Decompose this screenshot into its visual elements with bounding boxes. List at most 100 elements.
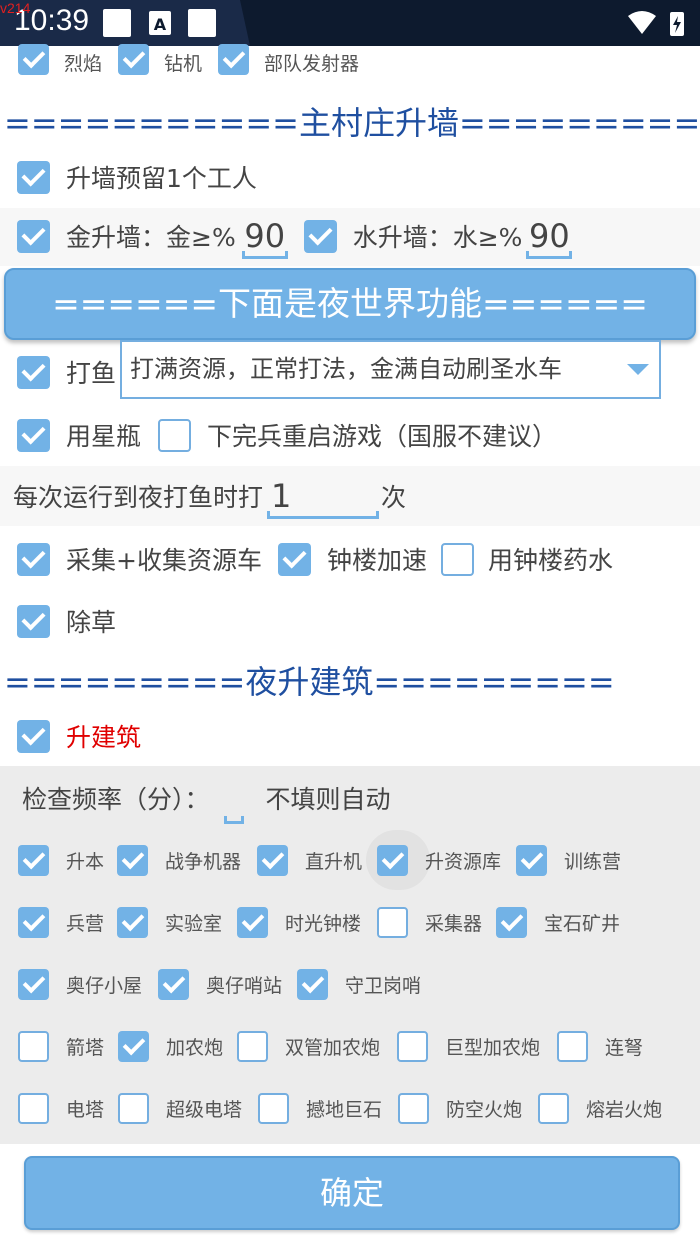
- checkbox-building[interactable]: [496, 906, 527, 938]
- water-wall-value: 90: [529, 217, 570, 255]
- checkbox-building[interactable]: [516, 844, 547, 876]
- notification-square-icon: [188, 9, 216, 37]
- upgrade-build-row: 升建筑: [0, 716, 700, 756]
- checkbox-fish[interactable]: [17, 355, 50, 389]
- building-row-4: 箭塔 加农炮 双管加农炮 巨型加农炮 连弩: [0, 1030, 700, 1062]
- checkbox-building[interactable]: [237, 906, 268, 938]
- label-upgrade-build: 升建筑: [66, 723, 142, 752]
- checkbox-building[interactable]: [158, 968, 189, 1000]
- notification-square-icon: [103, 9, 131, 37]
- checkbox-building[interactable]: [118, 1092, 149, 1124]
- label-building: 升资源库: [425, 850, 502, 873]
- label-building: 电塔: [66, 1098, 105, 1121]
- label-building: 守卫岗哨: [345, 974, 422, 997]
- label-frequency-hint: 不填则自动: [265, 785, 391, 814]
- checkbox-building[interactable]: [377, 844, 408, 876]
- weed-row: 除草: [0, 601, 700, 641]
- label-building: 箭塔: [66, 1036, 105, 1059]
- checkbox-building[interactable]: [18, 906, 49, 938]
- checkbox-building[interactable]: [557, 1030, 588, 1062]
- label-troop-launcher: 部队发射器: [264, 52, 360, 75]
- checkbox-building[interactable]: [377, 906, 408, 938]
- checkbox-upgrade-build[interactable]: [17, 719, 50, 753]
- building-row-3: 奥仔小屋 奥仔哨站 守卫岗哨: [0, 968, 700, 1000]
- label-per-run-suffix: 次: [381, 483, 407, 512]
- label-building: 奥仔小屋: [66, 974, 143, 997]
- per-run-underline: [267, 511, 380, 519]
- building-row-1: 升本 战争机器 直升机 升资源库 训练营: [0, 844, 700, 876]
- label-building: 宝石矿井: [544, 912, 621, 935]
- label-per-run-prefix: 每次运行到夜打鱼时打: [13, 483, 264, 512]
- checkbox-drill[interactable]: [118, 43, 150, 75]
- checkbox-building[interactable]: [258, 1092, 289, 1124]
- label-building: 超级电塔: [166, 1098, 243, 1121]
- checkbox-building[interactable]: [117, 906, 148, 938]
- checkbox-building[interactable]: [237, 1030, 268, 1062]
- label-check-frequency: 检查频率（分）：: [22, 785, 210, 814]
- checkbox-clock-speed[interactable]: [277, 542, 311, 576]
- checkbox-building[interactable]: [297, 968, 328, 1000]
- checkbox-building[interactable]: [18, 844, 49, 876]
- label-fish: 打鱼: [66, 359, 117, 388]
- checkbox-building[interactable]: [118, 1030, 149, 1062]
- gold-wall-value: 90: [244, 217, 286, 255]
- label-restart-game: 下完兵重启游戏（国服不建议）: [207, 422, 558, 451]
- label-gold-wall: 金升墙：金≥%: [66, 223, 236, 252]
- night-world-banner[interactable]: ======下面是夜世界功能======: [4, 268, 696, 340]
- label-building: 采集器: [425, 912, 483, 935]
- checkbox-star-bottle[interactable]: [17, 418, 50, 452]
- label-flame: 烈焰: [64, 52, 103, 75]
- section-header-main-wall: ===========主村庄升墙==========: [4, 104, 700, 142]
- checkbox-flame[interactable]: [18, 43, 49, 75]
- label-building: 熔岩火炮: [586, 1098, 663, 1121]
- checkbox-restart-game[interactable]: [158, 418, 192, 452]
- label-building: 撼地巨石: [306, 1098, 383, 1121]
- star-bottle-row: 用星瓶 下完兵重启游戏（国服不建议）: [0, 415, 700, 455]
- fish-mode-selected: 打满资源，正常打法，金满自动刷圣水车: [130, 355, 562, 383]
- label-building: 巨型加农炮: [445, 1036, 541, 1059]
- reserve-worker-row: 升墙预留1个工人: [0, 158, 700, 196]
- label-building: 直升机: [305, 850, 363, 873]
- collect-row: 采集+收集资源车 钟楼加速 用钟楼药水: [0, 539, 700, 579]
- label-building: 实验室: [165, 912, 223, 935]
- confirm-button[interactable]: 确定: [24, 1156, 680, 1230]
- section-header-night-build: =========夜升建筑=========: [4, 663, 615, 701]
- per-run-input[interactable]: 1: [267, 477, 380, 519]
- checkbox-reserve-worker[interactable]: [17, 160, 50, 194]
- label-building: 双管加农炮: [285, 1036, 381, 1059]
- check-frequency-input[interactable]: [223, 780, 244, 824]
- label-collect: 采集+收集资源车: [66, 546, 262, 575]
- checkbox-weed[interactable]: [17, 604, 50, 638]
- label-reserve-worker: 升墙预留1个工人: [66, 164, 257, 193]
- water-wall-underline: [526, 251, 573, 259]
- label-building: 时光钟楼: [285, 912, 362, 935]
- checkbox-water-wall[interactable]: [303, 219, 337, 253]
- top-options-row: 烈焰 钻机 部队发射器: [0, 43, 700, 78]
- checkbox-building[interactable]: [257, 844, 288, 876]
- checkbox-collect[interactable]: [17, 542, 50, 576]
- label-clock-potion: 用钟楼药水: [487, 546, 613, 575]
- checkbox-building[interactable]: [18, 1092, 49, 1124]
- checkbox-building[interactable]: [538, 1092, 569, 1124]
- check-frequency-row: 检查频率（分）： 不填则自动: [0, 780, 700, 824]
- label-water-wall: 水升墙：水≥%: [352, 223, 523, 252]
- checkbox-building[interactable]: [117, 844, 148, 876]
- label-building: 连弩: [605, 1036, 644, 1059]
- checkbox-gold-wall[interactable]: [17, 219, 50, 253]
- checkbox-building[interactable]: [18, 1030, 49, 1062]
- checkbox-building[interactable]: [18, 968, 49, 1000]
- label-star-bottle: 用星瓶: [66, 422, 142, 451]
- label-building: 防空火炮: [446, 1098, 523, 1121]
- label-weed: 除草: [66, 608, 117, 637]
- label-building: 加农炮: [166, 1036, 224, 1059]
- label-clock-speed: 钟楼加速: [326, 546, 427, 575]
- water-wall-input[interactable]: 90: [526, 217, 573, 259]
- fish-mode-select[interactable]: 打满资源，正常打法，金满自动刷圣水车: [120, 340, 661, 399]
- label-building: 战争机器: [165, 850, 242, 873]
- checkbox-building[interactable]: [397, 1030, 428, 1062]
- label-building: 升本: [66, 850, 105, 873]
- gold-wall-input[interactable]: 90: [241, 217, 288, 259]
- checkbox-clock-potion[interactable]: [440, 542, 474, 576]
- checkbox-troop-launcher[interactable]: [218, 43, 250, 75]
- checkbox-building[interactable]: [398, 1092, 429, 1124]
